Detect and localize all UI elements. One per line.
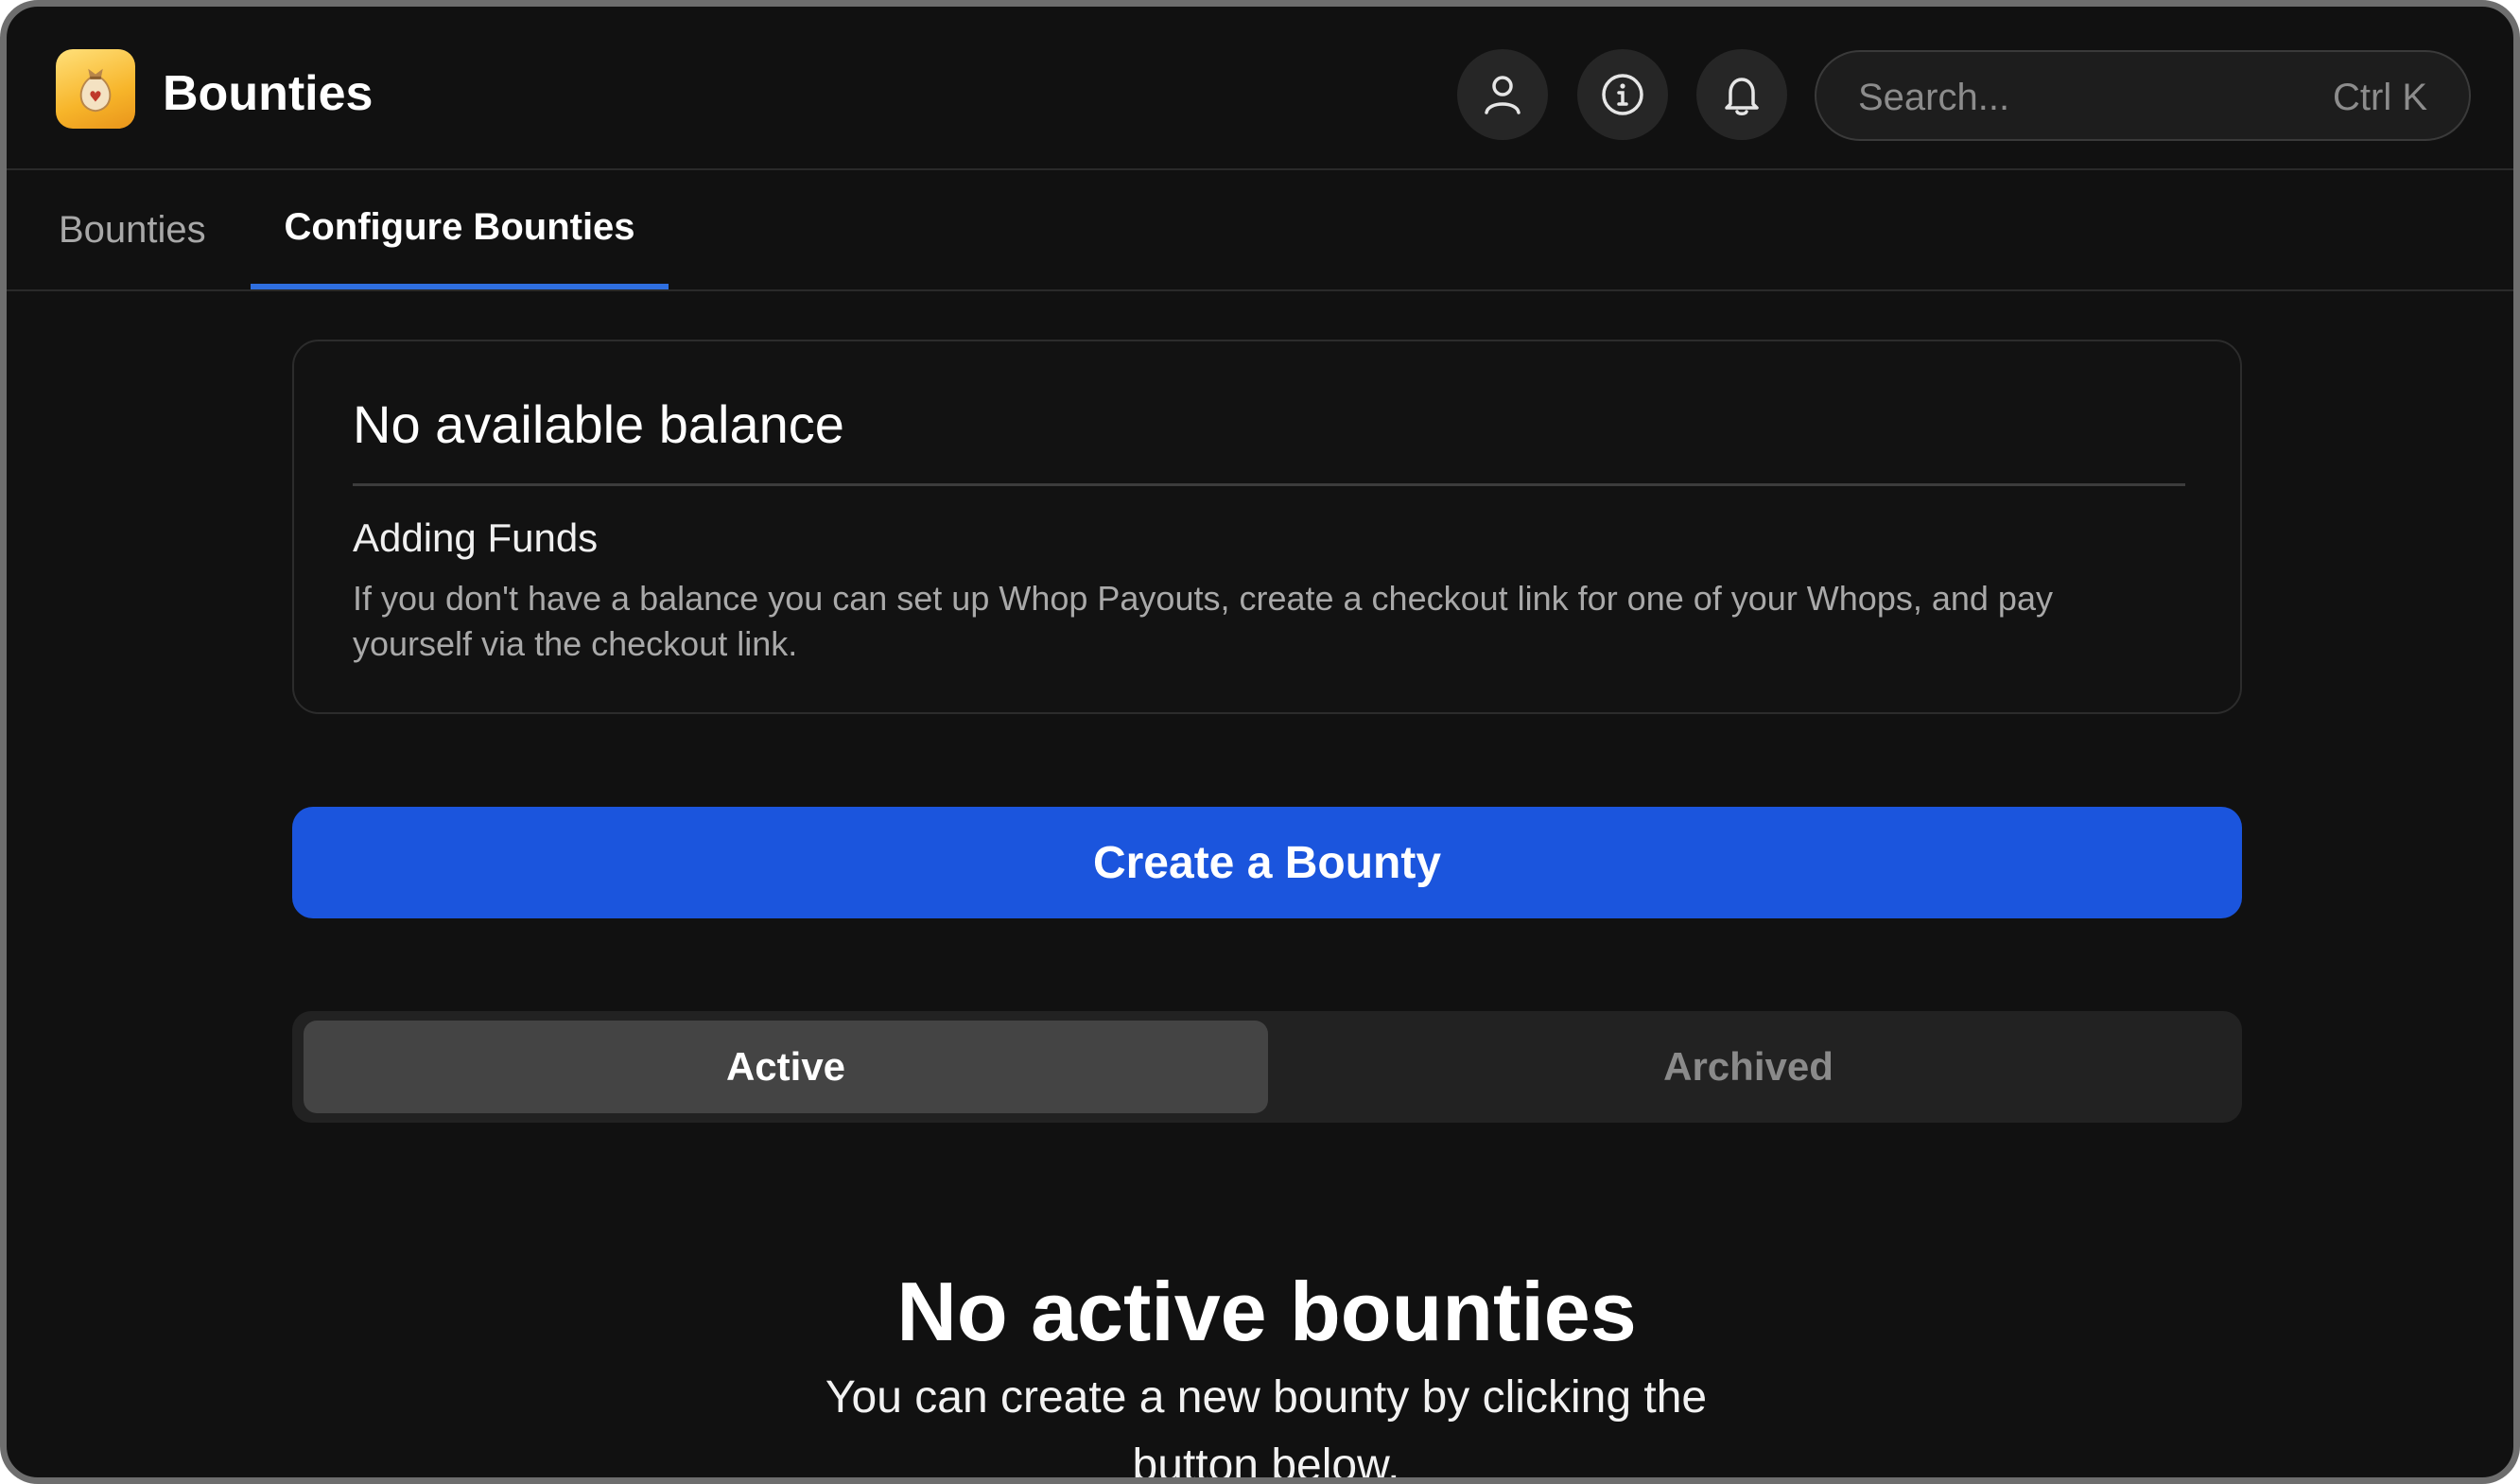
search-shortcut-hint: Ctrl K xyxy=(2333,77,2427,118)
tab-bounties[interactable]: Bounties xyxy=(59,170,206,289)
notifications-button[interactable] xyxy=(1696,49,1787,140)
tab-bar: Bounties Configure Bounties xyxy=(7,170,2513,291)
svg-text:♥: ♥ xyxy=(89,89,102,106)
info-icon xyxy=(1602,74,1643,115)
tab-configure-bounties[interactable]: Configure Bounties xyxy=(251,170,669,289)
card-divider xyxy=(353,483,2185,486)
user-icon xyxy=(1485,76,1521,114)
balance-title: No available balance xyxy=(353,394,844,454)
search-input[interactable]: Search... Ctrl K xyxy=(1815,50,2471,141)
adding-funds-heading: Adding Funds xyxy=(353,515,599,560)
empty-state-text: You can create a new bounty by clicking … xyxy=(825,1372,1708,1484)
info-button[interactable] xyxy=(1577,49,1668,140)
top-bar: ♥ Bounties Search... Ctrl K xyxy=(7,7,2513,170)
create-bounty-button[interactable]: Create a Bounty xyxy=(292,807,2242,918)
app-title: Bounties xyxy=(163,66,374,121)
user-button[interactable] xyxy=(1457,49,1548,140)
money-bag-icon: ♥ xyxy=(56,49,135,129)
adding-funds-description: If you don't have a balance you can set … xyxy=(353,579,2053,663)
balance-card: No available balance Adding Funds If you… xyxy=(292,340,2242,714)
app-window: ♥ Bounties Search... Ctrl K Bounties Con… xyxy=(0,0,2520,1484)
empty-state-title: No active bounties xyxy=(896,1265,1637,1358)
status-segmented-control: Active Archived xyxy=(292,1011,2242,1123)
segment-archived[interactable]: Archived xyxy=(1266,1021,2231,1113)
segment-active[interactable]: Active xyxy=(304,1021,1268,1113)
bell-icon xyxy=(1725,78,1759,115)
search-placeholder: Search... xyxy=(1858,77,2010,118)
